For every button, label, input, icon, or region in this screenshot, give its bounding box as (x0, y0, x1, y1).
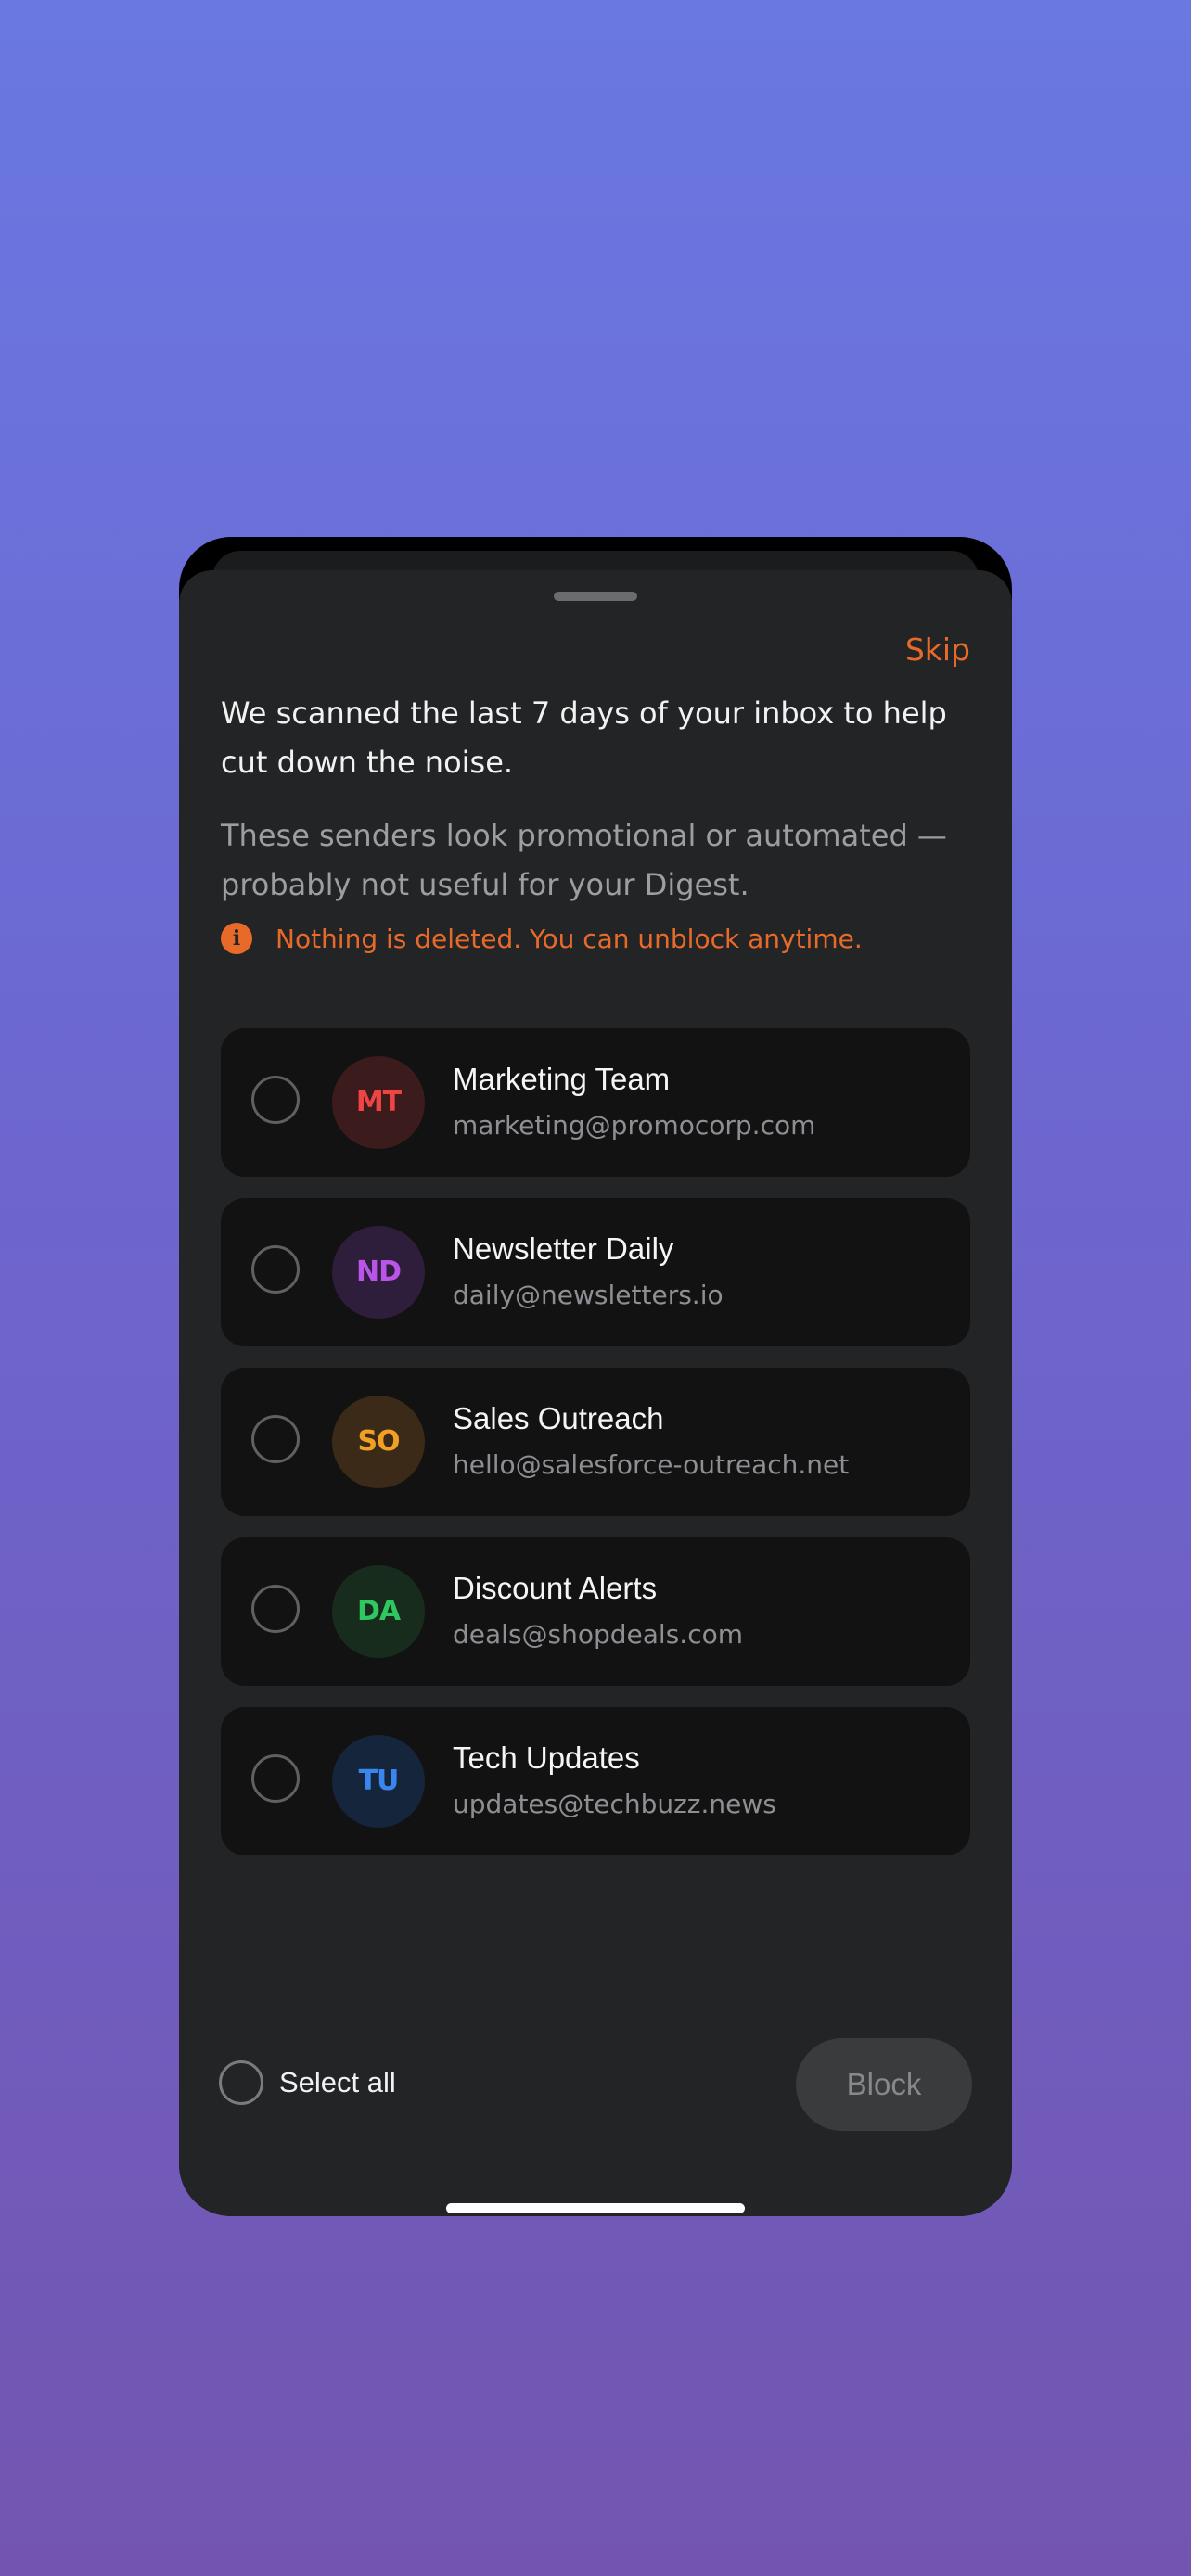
sender-email: hello@salesforce-outreach.net (453, 1449, 850, 1480)
sender-radio[interactable] (251, 1585, 300, 1633)
skip-button[interactable]: Skip (905, 631, 970, 668)
sender-card[interactable]: SO Sales Outreach hello@salesforce-outre… (221, 1368, 970, 1516)
sender-email: marketing@promocorp.com (453, 1110, 816, 1141)
phone-frame: Skip We scanned the last 7 days of your … (179, 537, 1012, 2216)
block-button[interactable]: Block (796, 2038, 972, 2131)
sender-card[interactable]: TU Tech Updates updates@techbuzz.news (221, 1707, 970, 1855)
block-senders-sheet: Skip We scanned the last 7 days of your … (179, 570, 1012, 2216)
sender-name: Marketing Team (453, 1062, 671, 1096)
sender-radio[interactable] (251, 1245, 300, 1294)
sender-email: daily@newsletters.io (453, 1280, 724, 1310)
sender-radio[interactable] (251, 1754, 300, 1803)
select-all-radio[interactable] (219, 2060, 263, 2105)
sender-radio[interactable] (251, 1415, 300, 1463)
sender-list: MT Marketing Team marketing@promocorp.co… (221, 1028, 970, 1877)
sender-name: Discount Alerts (453, 1571, 658, 1605)
sender-card[interactable]: ND Newsletter Daily daily@newsletters.io (221, 1198, 970, 1346)
select-all-label[interactable]: Select all (279, 2066, 396, 2099)
sender-name: Sales Outreach (453, 1401, 664, 1435)
avatar: ND (332, 1226, 425, 1319)
sender-radio[interactable] (251, 1076, 300, 1124)
avatar: DA (332, 1565, 425, 1658)
sender-card[interactable]: DA Discount Alerts deals@shopdeals.com (221, 1537, 970, 1686)
sheet-grabber[interactable] (554, 592, 637, 601)
info-icon: i (221, 923, 252, 954)
intro-text: We scanned the last 7 days of your inbox… (221, 695, 947, 780)
subtext: These senders look promotional or automa… (221, 818, 947, 902)
sender-name: Tech Updates (453, 1741, 640, 1775)
select-all-control[interactable]: Select all (219, 2060, 396, 2105)
sender-email: deals@shopdeals.com (453, 1619, 743, 1650)
avatar: TU (332, 1735, 425, 1828)
avatar: MT (332, 1056, 425, 1149)
sender-email: updates@techbuzz.news (453, 1789, 776, 1819)
notice: i Nothing is deleted. You can unblock an… (221, 923, 863, 954)
sender-card[interactable]: MT Marketing Team marketing@promocorp.co… (221, 1028, 970, 1177)
notice-text: Nothing is deleted. You can unblock anyt… (275, 923, 863, 954)
avatar: SO (332, 1396, 425, 1488)
home-indicator (446, 2203, 745, 2213)
sender-name: Newsletter Daily (453, 1231, 674, 1266)
